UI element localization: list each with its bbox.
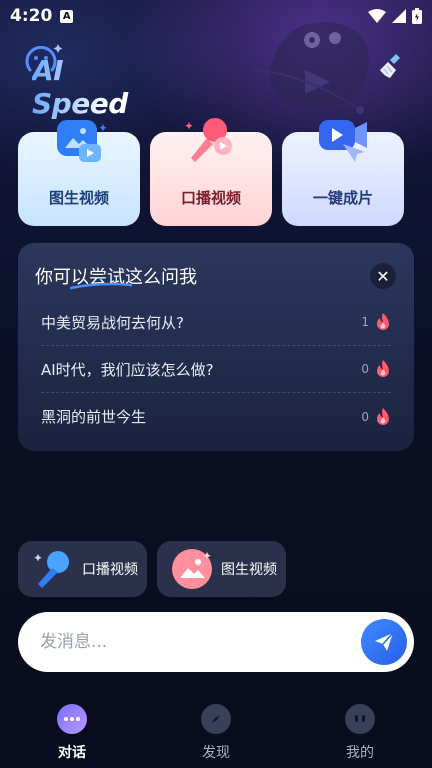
feature-cards: 图生视频 口播视频 一键成片	[18, 118, 414, 226]
close-suggestions-button[interactable]: ✕	[370, 263, 396, 289]
nav-label: 我的	[346, 745, 374, 761]
status-time: 4:20	[10, 6, 53, 26]
nav-tab-chat[interactable]: 对话	[32, 704, 112, 762]
suggestion-item[interactable]: 中美贸易战何去何从? 1	[41, 299, 391, 346]
app-logo: AI Speed	[22, 40, 152, 120]
bottom-nav: 对话 发现 我的	[0, 696, 432, 768]
quick-action-label: 图生视频	[221, 562, 277, 578]
flame-icon	[377, 407, 389, 425]
nav-label: 对话	[58, 745, 86, 761]
nav-tab-discover[interactable]: 发现	[176, 704, 256, 762]
suggestion-hot-count: 0	[361, 409, 369, 424]
send-button[interactable]	[361, 619, 407, 665]
feature-card-talking-video[interactable]: 口播视频	[150, 118, 272, 226]
title-underline-decoration	[70, 282, 132, 290]
signal-icon	[392, 9, 406, 23]
image-icon	[172, 549, 212, 589]
quick-action-image-to-video[interactable]: 图生视频	[157, 541, 286, 597]
quick-action-talking-video[interactable]: 口播视频	[18, 541, 147, 597]
message-composer	[18, 612, 414, 672]
microphone-icon	[34, 551, 69, 588]
image-video-icon	[57, 120, 107, 162]
feature-card-one-click-video[interactable]: 一键成片	[282, 120, 404, 226]
nav-tab-profile[interactable]: 我的	[320, 704, 400, 762]
feature-card-label: 图生视频	[48, 189, 109, 207]
battery-icon	[412, 8, 422, 24]
camera-click-icon	[319, 120, 367, 162]
app-notification-icon: A	[60, 9, 74, 23]
suggestion-item[interactable]: 黑洞的前世今生 0	[41, 393, 391, 440]
suggestion-text: 黑洞的前世今生	[41, 408, 147, 426]
suggestions-panel: 你可以尝试这么问我 ✕ 中美贸易战何去何从? 1 AI时代，我们应该怎么做? 0…	[18, 243, 414, 451]
feature-card-label: 口播视频	[180, 189, 241, 207]
compass-icon	[201, 704, 231, 734]
suggestion-text: AI时代，我们应该怎么做?	[41, 360, 214, 379]
suggestion-hot-count: 0	[361, 362, 369, 376]
suggestion-hot-count: 1	[361, 315, 369, 329]
nav-label: 发现	[202, 745, 230, 761]
flame-icon	[377, 313, 389, 330]
quick-action-label: 口播视频	[82, 562, 138, 578]
mascot-illustration	[250, 21, 369, 114]
profile-face-icon	[345, 704, 375, 734]
feature-card-label: 一键成片	[312, 189, 373, 207]
suggestion-item[interactable]: AI时代，我们应该怎么做? 0	[41, 346, 391, 393]
microphone-icon	[185, 118, 232, 162]
chat-icon	[57, 704, 87, 734]
feature-card-image-to-video[interactable]: 图生视频	[18, 120, 140, 226]
close-icon: ✕	[376, 266, 390, 286]
broom-icon[interactable]	[378, 52, 406, 80]
send-icon	[375, 632, 394, 651]
flame-icon	[377, 360, 389, 377]
logo-text: AI Speed	[32, 54, 152, 120]
message-input[interactable]	[40, 632, 340, 652]
suggestion-list: 中美贸易战何去何从? 1 AI时代，我们应该怎么做? 0 黑洞的前世今生 0	[41, 299, 391, 440]
suggestion-text: 中美贸易战何去何从?	[41, 313, 184, 332]
